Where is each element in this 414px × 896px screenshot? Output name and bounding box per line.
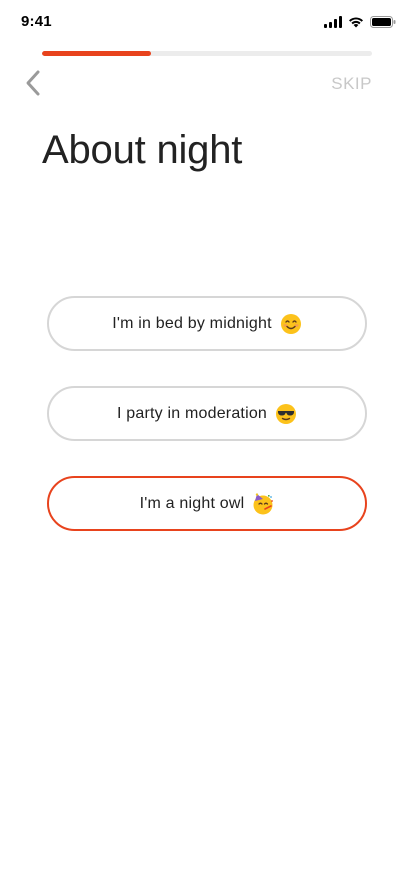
skip-button[interactable]: SKIP bbox=[331, 74, 372, 94]
party-face-icon bbox=[252, 492, 274, 515]
battery-icon bbox=[370, 16, 396, 28]
status-icons bbox=[324, 15, 396, 29]
page-title: About night bbox=[42, 128, 243, 172]
back-button[interactable] bbox=[18, 68, 48, 102]
option-label: I'm in bed by midnight bbox=[112, 314, 272, 332]
progress-bar bbox=[42, 51, 372, 56]
wifi-icon bbox=[348, 16, 364, 28]
progress-fill bbox=[42, 51, 151, 56]
cellular-signal-icon bbox=[324, 16, 342, 28]
status-bar: 9:41 bbox=[0, 0, 414, 44]
option-night-owl[interactable]: I'm a night owl bbox=[47, 476, 367, 531]
status-time: 9:41 bbox=[21, 13, 52, 30]
smiling-face-icon bbox=[280, 313, 302, 335]
option-party-moderation[interactable]: I party in moderation bbox=[47, 386, 367, 441]
option-label: I'm a night owl bbox=[139, 494, 245, 512]
option-label: I party in moderation bbox=[116, 404, 268, 422]
sunglasses-face-icon bbox=[275, 403, 297, 425]
chevron-left-icon bbox=[25, 69, 41, 102]
options-list: I'm in bed by midnight I party in modera… bbox=[47, 296, 367, 566]
option-bed-by-midnight[interactable]: I'm in bed by midnight bbox=[47, 296, 367, 351]
